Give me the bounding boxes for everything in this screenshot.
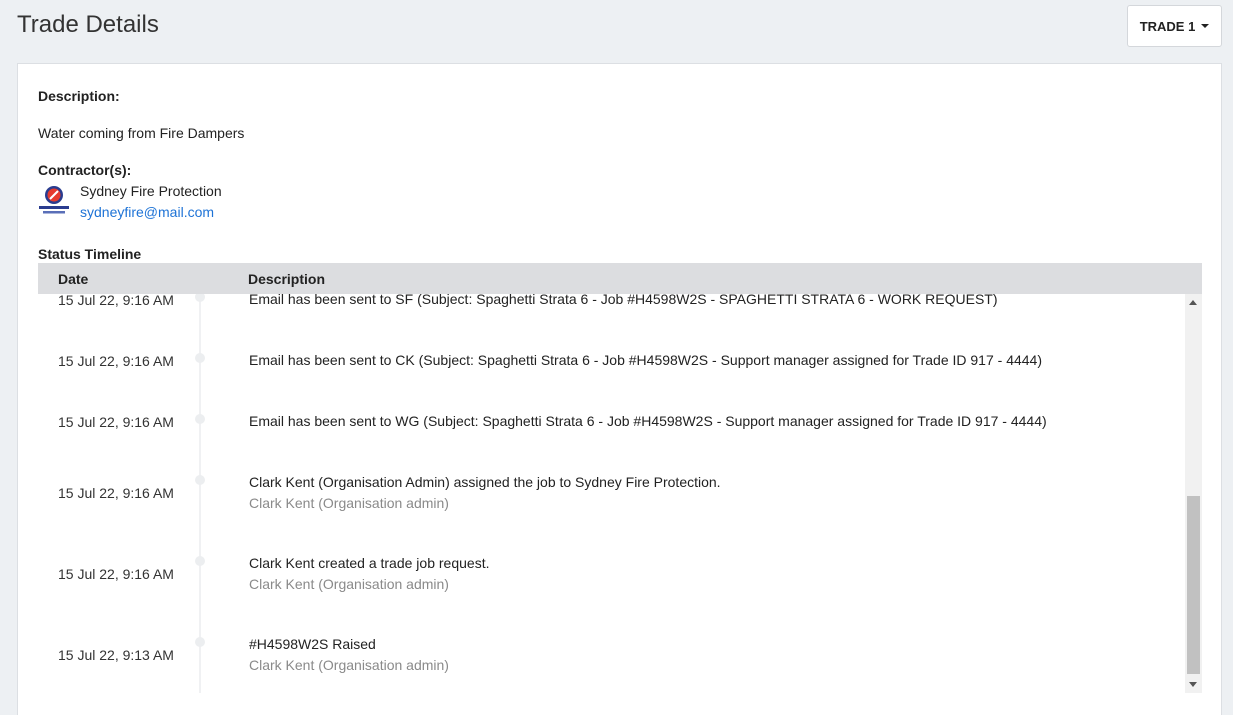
column-header-description: Description xyxy=(248,271,326,287)
status-timeline-table: Date Description 15 Jul 22, 9:16 AM Emai… xyxy=(38,263,1202,693)
timeline-actor: Clark Kent (Organisation admin) xyxy=(249,576,449,592)
scroll-down-arrow-icon[interactable] xyxy=(1189,682,1197,687)
column-header-date: Date xyxy=(58,271,89,287)
contractors-label: Contractor(s): xyxy=(38,162,132,178)
scrollbar-thumb[interactable] xyxy=(1187,496,1200,674)
timeline-actor: Clark Kent (Organisation admin) xyxy=(249,657,449,673)
timeline-dot-icon xyxy=(195,414,205,424)
scroll-up-arrow-icon[interactable] xyxy=(1189,300,1197,305)
timeline-scrollbar[interactable] xyxy=(1185,294,1202,693)
timeline-dot-icon xyxy=(195,637,205,647)
page-header: Trade Details TRADE 1 xyxy=(0,0,1233,58)
status-timeline-label: Status Timeline xyxy=(38,246,142,262)
contractor-email-link[interactable]: sydneyfire@mail.com xyxy=(80,204,214,220)
contractor-item: Sydney Fire Protection sydneyfire@mail.c… xyxy=(38,182,438,222)
timeline-description: Clark Kent (Organisation Admin) assigned… xyxy=(249,474,721,490)
timeline-date: 15 Jul 22, 9:13 AM xyxy=(58,647,174,663)
fire-protection-logo-icon xyxy=(39,186,69,214)
trade-select-dropdown[interactable]: TRADE 1 xyxy=(1127,5,1222,47)
timeline-date: 15 Jul 22, 9:16 AM xyxy=(58,566,174,582)
trade-select-label: TRADE 1 xyxy=(1139,18,1196,34)
timeline-description: Email has been sent to CK (Subject: Spag… xyxy=(249,352,1042,368)
timeline-dot-icon xyxy=(195,475,205,485)
timeline-description: Email has been sent to WG (Subject: Spag… xyxy=(249,413,1047,429)
timeline-description: Clark Kent created a trade job request. xyxy=(249,555,490,571)
description-value: Water coming from Fire Dampers xyxy=(38,125,245,141)
timeline-description: Email has been sent to SF (Subject: Spag… xyxy=(249,294,998,307)
page-title: Trade Details xyxy=(17,11,159,38)
timeline-date: 15 Jul 22, 9:16 AM xyxy=(58,485,174,501)
timeline-header: Date Description xyxy=(38,263,1202,294)
caret-down-icon xyxy=(1201,24,1210,28)
timeline-actor: Clark Kent (Organisation admin) xyxy=(249,495,449,511)
description-label: Description: xyxy=(38,88,120,104)
timeline-description: #H4598W2S Raised xyxy=(249,636,376,652)
timeline-date: 15 Jul 22, 9:16 AM xyxy=(58,414,174,430)
trade-details-card: Description: Water coming from Fire Damp… xyxy=(17,63,1222,715)
timeline-dot-icon xyxy=(195,556,205,566)
timeline-date: 15 Jul 22, 9:16 AM xyxy=(58,294,174,308)
timeline-dot-icon xyxy=(195,353,205,363)
contractor-name: Sydney Fire Protection xyxy=(80,183,222,199)
timeline-date: 15 Jul 22, 9:16 AM xyxy=(58,353,174,369)
timeline-body[interactable]: 15 Jul 22, 9:16 AM Email has been sent t… xyxy=(38,294,1185,693)
timeline-dot-icon xyxy=(195,294,205,302)
